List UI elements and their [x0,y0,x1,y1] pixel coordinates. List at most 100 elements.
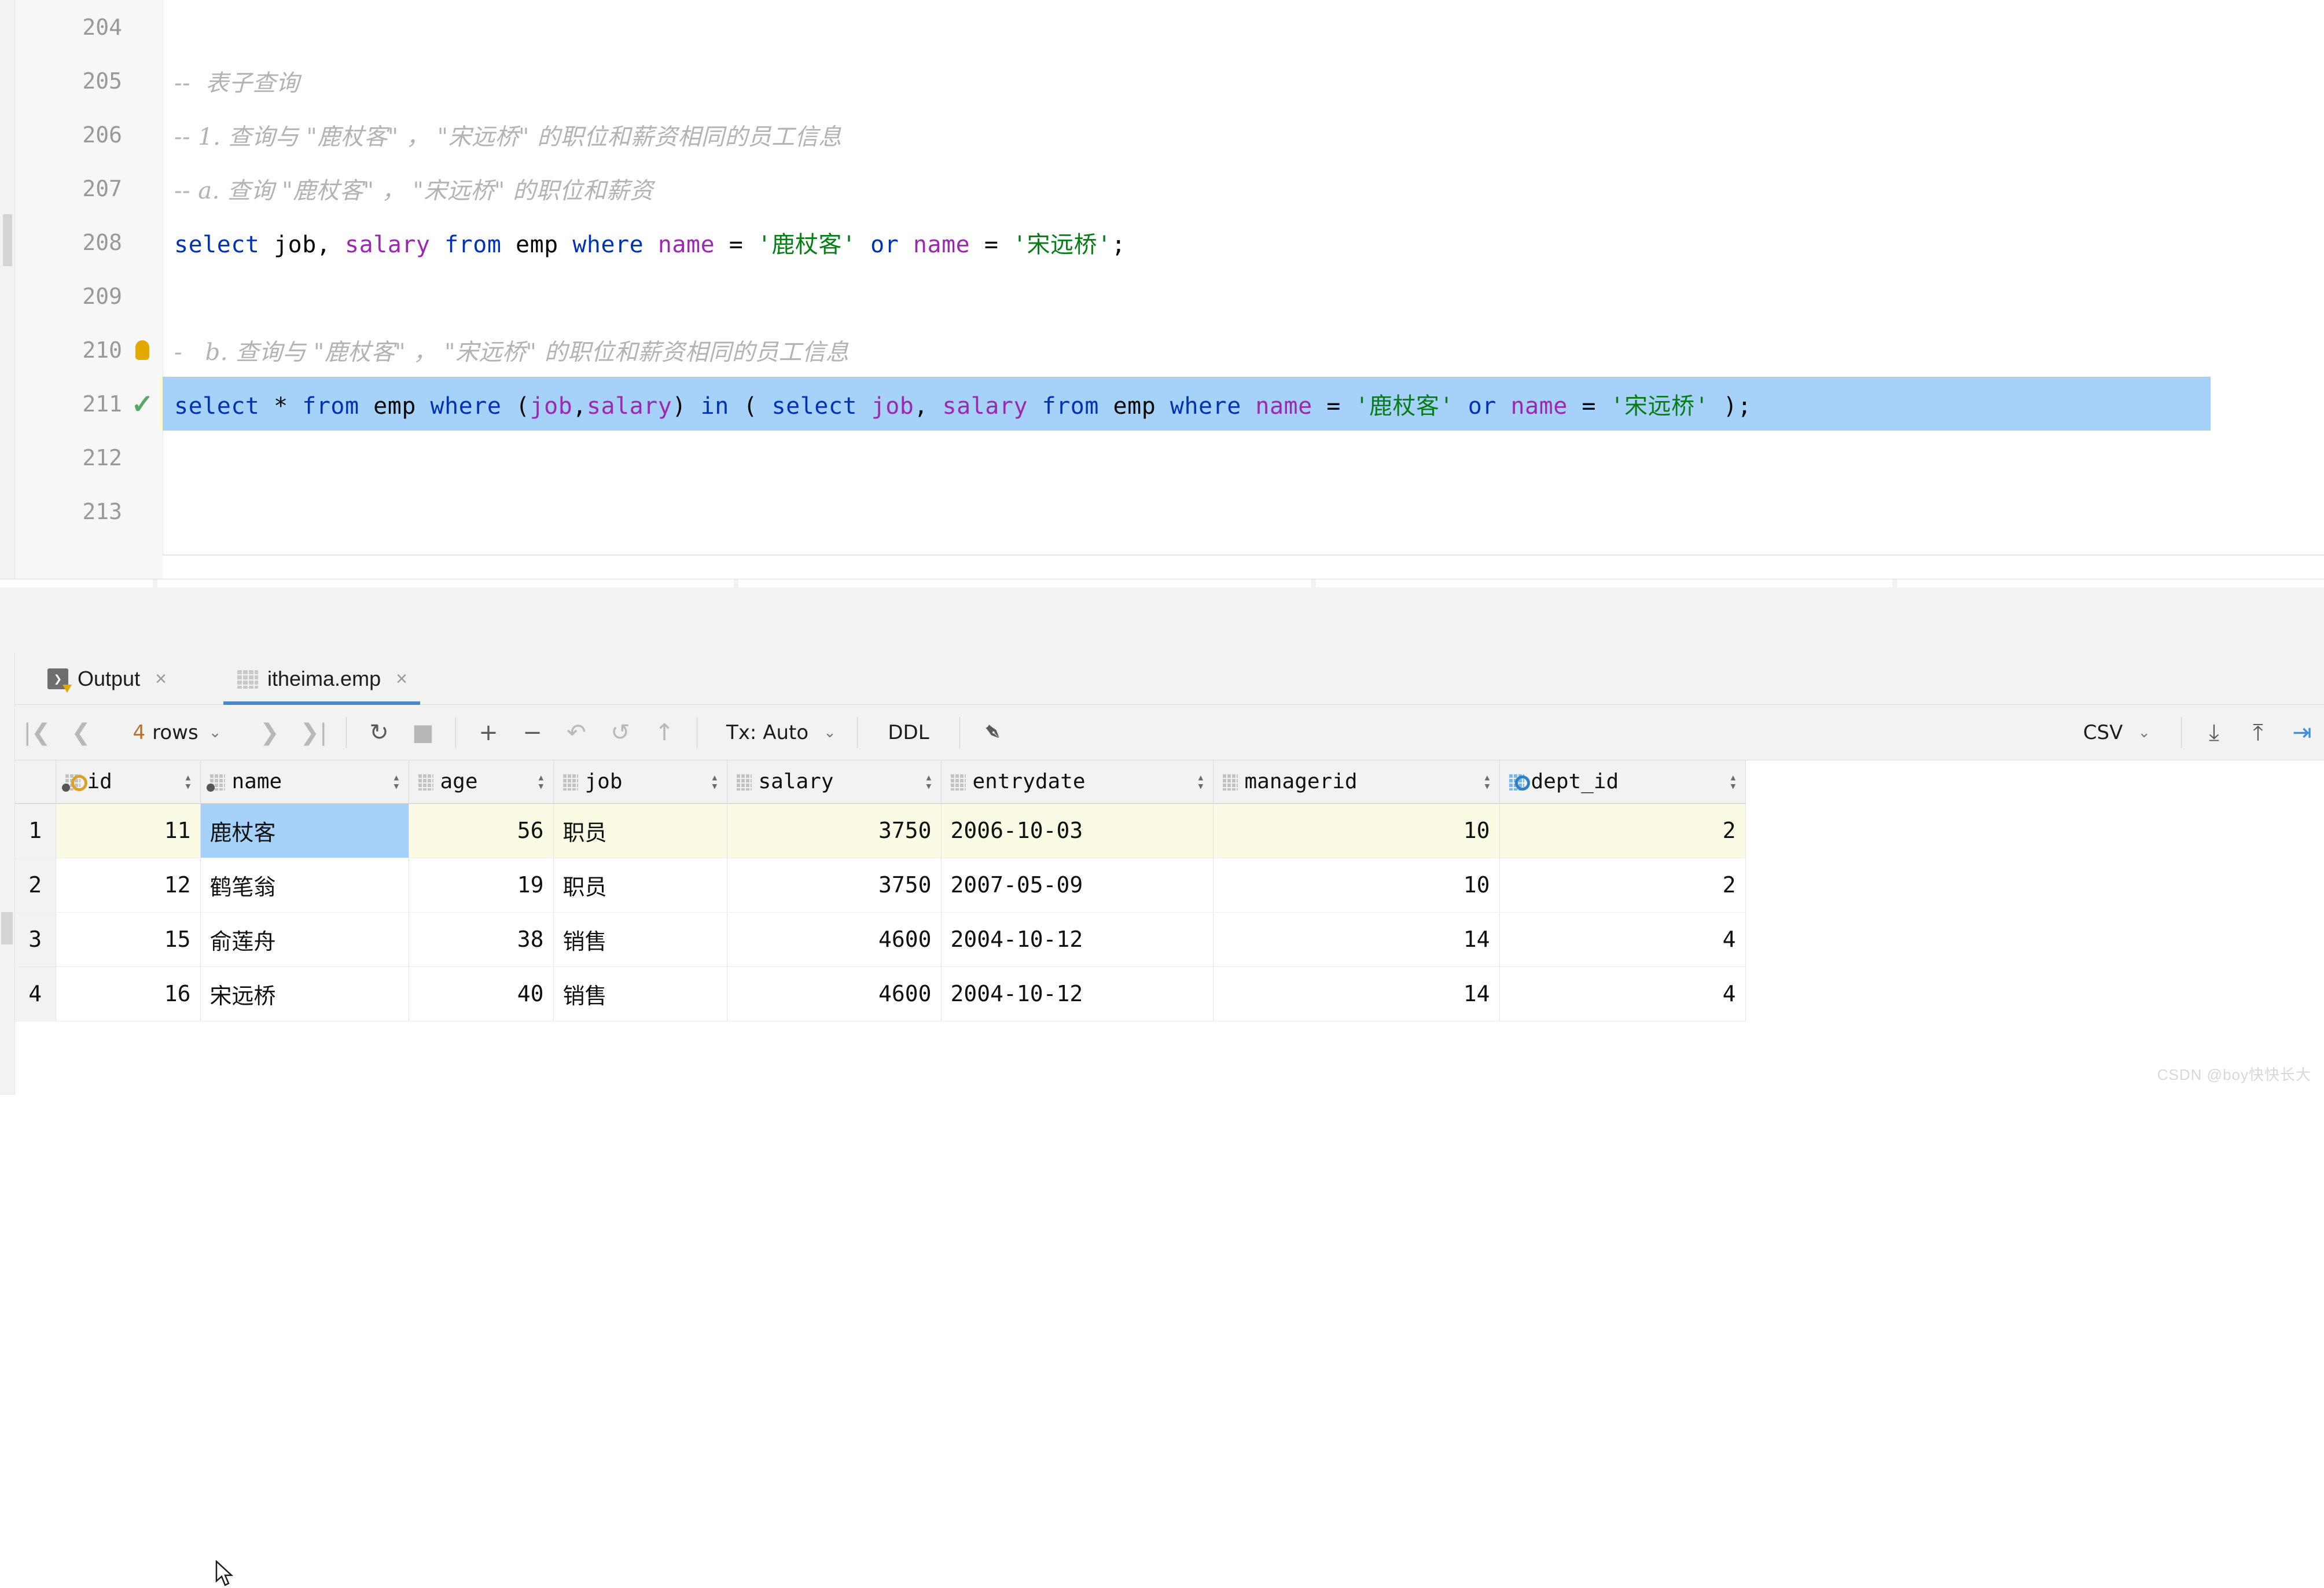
sort-toggle-icon[interactable]: ▴ ▾ [925,771,932,792]
close-icon[interactable]: × [155,668,167,690]
cell-entrydate[interactable]: 2007-05-09 [941,858,1214,913]
sort-toggle-icon[interactable]: ▴ ▾ [184,771,192,792]
next-page-button[interactable]: ❯ [248,705,292,760]
column-header-name[interactable]: name ▴ ▾ [200,760,409,804]
sort-toggle-icon[interactable]: ▴ ▾ [1729,771,1737,792]
editor-scroll-thumb[interactable] [3,214,12,266]
cell-salary[interactable]: 4600 [727,912,942,967]
editor-line[interactable]: 211 ✓ select * from emp where (job,salary)… [15,377,2324,431]
table-row[interactable]: 4 16 宋远桥 40 销售 4600 2004-10-12 14 4 [15,966,1746,1021]
sort-toggle-icon[interactable]: ▴ ▾ [392,771,400,792]
lightbulb-icon[interactable] [135,340,149,360]
ddl-button[interactable]: DDL [868,705,949,760]
cell-age[interactable]: 56 [409,803,554,858]
stop-icon[interactable]: ■ [401,705,445,760]
cell-name[interactable]: 鹿杖客 [200,803,409,858]
cell-age[interactable]: 38 [409,912,554,967]
sort-toggle-icon[interactable]: ▴ ▾ [711,771,718,792]
editor-line[interactable]: 208 select job, salary from emp where nam… [15,215,2324,269]
transaction-mode-selector[interactable]: Tx: Auto ⌄ [708,705,847,760]
column-header-age[interactable]: age ▴ ▾ [409,760,554,804]
cell-dept_id[interactable]: 4 [1499,966,1746,1021]
row-number-cell[interactable]: 3 [15,912,56,967]
revert-icon[interactable]: ↶ [554,705,598,760]
row-count-selector[interactable]: 4 rows ⌄ [103,705,248,760]
editor-line[interactable]: 207 -- a. 查询 "鹿杖客" ， "宋远桥" 的职位和薪资 [15,161,2324,215]
row-number-cell[interactable]: 2 [15,858,56,913]
cell-name[interactable]: 俞莲舟 [200,912,409,967]
revert-selected-icon[interactable]: ↺ [598,705,642,760]
line-gutter-marker[interactable]: ✓ [122,391,163,417]
download-icon[interactable]: ⤓ [2192,705,2236,760]
cell-name[interactable]: 宋远桥 [200,966,409,1021]
cell-salary[interactable]: 3750 [727,858,942,913]
reload-icon[interactable]: ↻ [357,705,401,760]
cell-job[interactable]: 销售 [553,912,727,967]
editor-line[interactable]: 205 -- 表子查询 [15,54,2324,108]
cell-entrydate[interactable]: 2004-10-12 [941,966,1214,1021]
line-code[interactable]: select job, salary from emp where name =… [163,226,2324,259]
cell-dept_id[interactable]: 4 [1499,912,1746,967]
line-code[interactable]: -- a. 查询 "鹿杖客" ， "宋远桥" 的职位和薪资 [163,172,2324,205]
submit-icon[interactable]: ↑ [642,705,686,760]
cell-managerid[interactable]: 10 [1213,803,1500,858]
cell-dept_id[interactable]: 2 [1499,803,1746,858]
last-page-button[interactable]: ❯| [292,705,336,760]
tab-itheima-emp[interactable]: itheima.emp × [223,653,420,705]
cell-age[interactable]: 19 [409,858,554,913]
cell-job[interactable]: 销售 [553,966,727,1021]
row-number-cell[interactable]: 4 [15,966,56,1021]
line-code[interactable]: -- 表子查询 [163,64,2324,98]
cell-entrydate[interactable]: 2006-10-03 [941,803,1214,858]
line-gutter-marker[interactable] [122,340,163,360]
cell-job[interactable]: 职员 [553,803,727,858]
column-header-entrydate[interactable]: entrydate ▴ ▾ [941,760,1214,804]
cell-id[interactable]: 11 [56,803,201,858]
editor-line[interactable]: 212 [15,431,2324,484]
cell-job[interactable]: 职员 [553,858,727,913]
sort-toggle-icon[interactable]: ▴ ▾ [537,771,545,792]
row-number-cell[interactable]: 1 [15,803,56,858]
close-icon[interactable]: × [396,668,407,690]
column-header-id[interactable]: id ▴ ▾ [56,760,201,804]
column-header-dept_id[interactable]: dept_id ▴ ▾ [1499,760,1746,804]
tab-output[interactable]: ❯ Output × [35,653,179,705]
pin-icon[interactable]: ✒ [957,697,1028,768]
cell-salary[interactable]: 4600 [727,966,942,1021]
cell-id[interactable]: 16 [56,966,201,1021]
line-code[interactable]: - b. 查询与 "鹿杖客" ， "宋远桥" 的职位和薪资相同的员工信息 [163,333,2324,367]
column-header-managerid[interactable]: managerid ▴ ▾ [1213,760,1500,804]
line-code[interactable]: select * from emp where (job,salary) in … [163,387,2324,421]
prev-page-button[interactable]: ❮ [59,705,103,760]
table-row[interactable]: 2 12 鹤笔翁 19 职员 3750 2007-05-09 10 2 [15,858,1746,913]
table-row[interactable]: 1 11 鹿杖客 56 职员 3750 2006-10-03 10 2 [15,803,1746,858]
sort-toggle-icon[interactable]: ▴ ▾ [1197,771,1204,792]
export-format-selector[interactable]: CSV ⌄ [2055,705,2171,760]
editor-line[interactable]: 209 [15,269,2324,323]
cell-managerid[interactable]: 10 [1213,858,1500,913]
editor-line[interactable]: 206 -- 1. 查询与 "鹿杖客" ， "宋远桥" 的职位和薪资相同的员工信息 [15,108,2324,161]
column-header-salary[interactable]: salary ▴ ▾ [727,760,942,804]
delete-row-button[interactable]: − [510,705,554,760]
editor-line[interactable]: 213 [15,484,2324,538]
column-header-job[interactable]: job ▴ ▾ [553,760,727,804]
cell-dept_id[interactable]: 2 [1499,858,1746,913]
editor-line[interactable]: 210 - b. 查询与 "鹿杖客" ， "宋远桥" 的职位和薪资相同的员工信息 [15,323,2324,377]
add-row-button[interactable]: + [466,705,510,760]
cell-entrydate[interactable]: 2004-10-12 [941,912,1214,967]
cell-id[interactable]: 15 [56,912,201,967]
line-code[interactable]: -- 1. 查询与 "鹿杖客" ， "宋远桥" 的职位和薪资相同的员工信息 [163,118,2324,152]
cell-managerid[interactable]: 14 [1213,966,1500,1021]
cell-salary[interactable]: 3750 [727,803,942,858]
table-row[interactable]: 3 15 俞莲舟 38 销售 4600 2004-10-12 14 4 [15,912,1746,967]
sort-toggle-icon[interactable]: ▴ ▾ [1483,771,1491,792]
panel-splitter[interactable] [0,579,2324,653]
grid-scroll-thumb[interactable] [1,912,13,944]
editor-line[interactable]: 204 [15,0,2324,54]
cell-name[interactable]: 鹤笔翁 [200,858,409,913]
upload-icon[interactable]: ⤒ [2236,705,2280,760]
first-page-button[interactable]: |❮ [15,705,59,760]
cell-age[interactable]: 40 [409,966,554,1021]
cell-id[interactable]: 12 [56,858,201,913]
open-in-editor-icon[interactable]: ⇥ [2280,705,2324,760]
